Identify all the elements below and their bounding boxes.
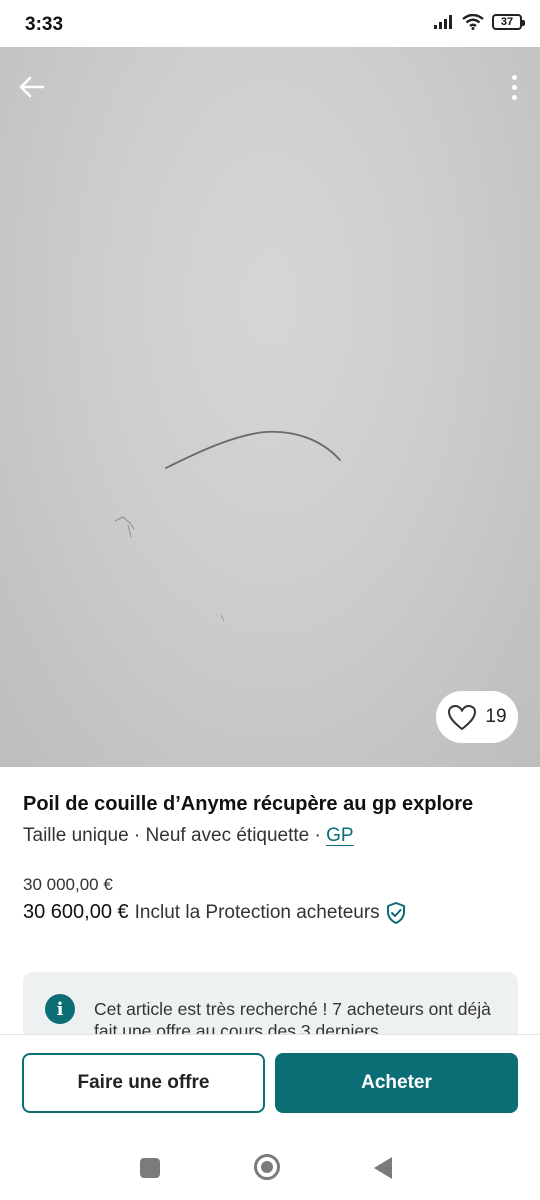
action-bar: Faire une offre Acheter [0, 1034, 540, 1135]
battery-icon: 37 [492, 14, 525, 30]
more-dot [511, 84, 517, 90]
make-offer-button[interactable]: Faire une offre [22, 1053, 265, 1113]
item-price-total: 30 600,00 € [23, 901, 129, 923]
system-nav-bar [0, 1134, 540, 1200]
item-subtitle: Taille unique · Neuf avec étiquette · GP [23, 825, 354, 847]
favorites-count: 19 [485, 706, 507, 727]
status-time: 3:33 [25, 14, 64, 35]
home-icon[interactable] [254, 1154, 280, 1180]
status-bar: 3:33 37 [0, 0, 540, 47]
wifi-icon [462, 14, 484, 30]
item-title: Poil de couille d’Anyme récupère au gp e… [23, 793, 474, 815]
item-price: 30 000,00 € [23, 875, 113, 894]
more-dot [511, 94, 517, 100]
buy-button[interactable]: Acheter [275, 1053, 518, 1113]
price-with-protection[interactable]: 30 600,00 € Inclut la Protection acheteu… [23, 901, 406, 924]
separator: · [309, 825, 327, 846]
more-vert-icon[interactable] [504, 69, 524, 105]
info-icon: i [45, 994, 75, 1024]
brand-link[interactable]: GP [326, 825, 353, 846]
home-dot [261, 1161, 273, 1173]
favorite-button[interactable]: 19 [436, 691, 518, 743]
recent-apps-icon[interactable] [140, 1158, 160, 1178]
more-dot [511, 74, 517, 80]
nav-back-icon[interactable] [374, 1157, 392, 1179]
status-icons: 37 [434, 14, 525, 30]
signal-icon [434, 15, 452, 29]
heart-icon [448, 704, 477, 730]
separator: · [128, 825, 146, 846]
item-condition: Neuf avec étiquette [145, 825, 310, 846]
battery-level: 37 [500, 16, 514, 28]
back-arrow-icon [19, 76, 45, 98]
item-photo[interactable]: 19 [0, 47, 540, 767]
back-button[interactable] [14, 69, 50, 105]
shield-check-icon [386, 901, 405, 924]
photo-image [114, 430, 341, 622]
protection-label: Inclut la Protection acheteurs [134, 901, 380, 923]
item-size: Taille unique [23, 825, 129, 846]
